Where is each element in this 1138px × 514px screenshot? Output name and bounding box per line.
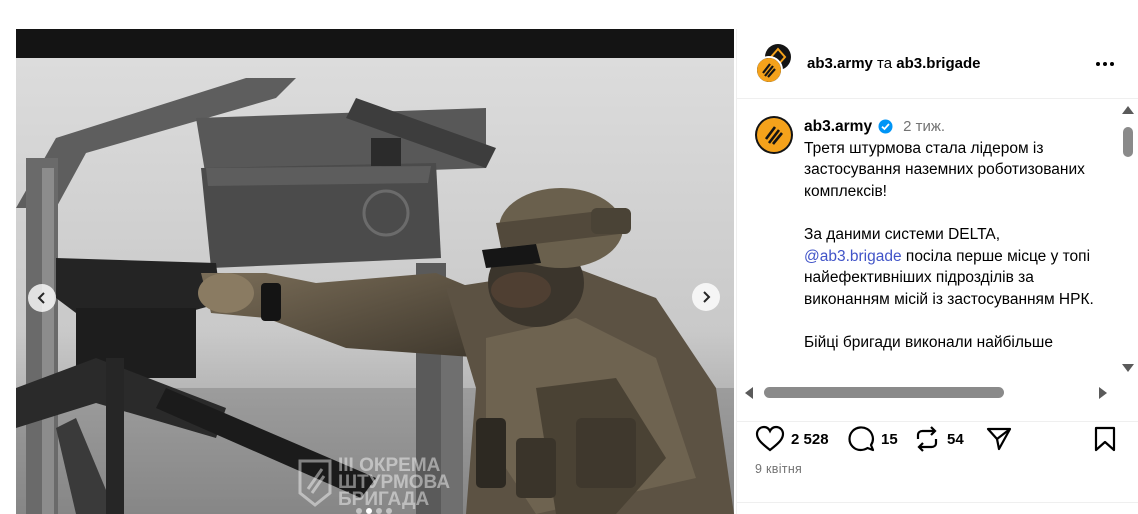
send-icon bbox=[986, 427, 1012, 451]
repost-icon bbox=[916, 426, 938, 452]
collab-connector: та bbox=[877, 54, 893, 72]
media-pagination-dots bbox=[356, 508, 392, 514]
post-side-panel: ab3.army та ab3.brigade ab3.army 2 тиж. … bbox=[736, 29, 1138, 514]
scroll-right-arrow-icon[interactable] bbox=[1099, 387, 1107, 399]
post-photo bbox=[16, 58, 734, 514]
army-logo-icon bbox=[764, 126, 784, 145]
media-top-band bbox=[16, 29, 734, 58]
watermark-text: III ОКРЕМА ШТУРМОВА БРИГАДА bbox=[338, 456, 450, 510]
post-caption: ab3.army 2 тиж. Третя штурмова стала лід… bbox=[804, 116, 1114, 375]
caption-author-avatar[interactable] bbox=[755, 116, 793, 154]
like-count[interactable]: 2 528 bbox=[791, 431, 829, 448]
next-media-button[interactable] bbox=[692, 283, 720, 311]
comments-scroll-area[interactable]: ab3.army 2 тиж. Третя штурмова стала лід… bbox=[737, 100, 1138, 410]
repost-count[interactable]: 54 bbox=[947, 431, 964, 448]
pagination-dot bbox=[356, 508, 362, 514]
chevron-right-icon bbox=[703, 291, 711, 303]
pagination-dot-active bbox=[366, 508, 372, 514]
watermark-line-3: БРИГАДА bbox=[338, 489, 430, 510]
collab-avatars[interactable] bbox=[755, 43, 795, 84]
pagination-dot bbox=[386, 508, 392, 514]
like-button[interactable]: 2 528 bbox=[755, 425, 829, 453]
brigade-watermark: III ОКРЕМА ШТУРМОВА БРИГАДА bbox=[298, 456, 468, 514]
chevron-left-icon bbox=[37, 292, 45, 304]
repost-button[interactable]: 54 bbox=[913, 425, 964, 453]
caption-time-ago[interactable]: 2 тиж. bbox=[903, 116, 945, 138]
caption-paragraph-2: За даними системи DELTA, @ab3.brigade пос… bbox=[804, 224, 1114, 310]
caption-paragraph-2-start: За даними системи DELTA, bbox=[804, 225, 1001, 243]
horizontal-scrollbar[interactable] bbox=[737, 382, 1117, 404]
comment-count[interactable]: 15 bbox=[881, 431, 898, 448]
share-button[interactable] bbox=[985, 425, 1013, 453]
pagination-dot bbox=[376, 508, 382, 514]
horizontal-scroll-thumb[interactable] bbox=[764, 387, 1004, 398]
previous-media-button[interactable] bbox=[28, 284, 56, 312]
scroll-up-arrow-icon[interactable] bbox=[1122, 106, 1134, 114]
add-comment-area[interactable] bbox=[737, 502, 1138, 514]
post-media[interactable]: III ОКРЕМА ШТУРМОВА БРИГАДА bbox=[16, 29, 734, 514]
mention-link[interactable]: @ab3.brigade bbox=[804, 248, 902, 265]
post-date[interactable]: 9 квітня bbox=[755, 462, 802, 476]
avatar-author[interactable] bbox=[755, 55, 783, 84]
comment-button[interactable]: 15 bbox=[847, 425, 898, 453]
bookmark-icon bbox=[1094, 426, 1116, 452]
vertical-scrollbar[interactable] bbox=[1117, 100, 1138, 382]
army-logo-icon bbox=[762, 62, 776, 78]
vertical-scroll-thumb[interactable] bbox=[1123, 127, 1133, 157]
collaborator-username-link[interactable]: ab3.brigade bbox=[896, 55, 980, 72]
more-horizontal-icon bbox=[1096, 62, 1114, 66]
post-actions-bar: 2 528 15 54 bbox=[737, 421, 1138, 453]
caption-header: ab3.army 2 тиж. bbox=[804, 116, 1114, 138]
caption-paragraph-3: Бійці бригади виконали найбільше bbox=[804, 333, 1053, 351]
brigade-shield-icon bbox=[298, 459, 332, 507]
post-author-line: ab3.army та ab3.brigade bbox=[807, 55, 980, 73]
post-header: ab3.army та ab3.brigade bbox=[737, 29, 1138, 99]
heart-icon bbox=[755, 425, 785, 452]
author-username-link[interactable]: ab3.army bbox=[807, 55, 873, 72]
caption-username-link[interactable]: ab3.army bbox=[804, 116, 872, 138]
scroll-down-arrow-icon[interactable] bbox=[1122, 364, 1134, 372]
scroll-left-arrow-icon[interactable] bbox=[745, 387, 753, 399]
save-button[interactable] bbox=[1093, 425, 1117, 453]
verified-badge-icon bbox=[878, 119, 893, 134]
comment-icon bbox=[848, 426, 875, 452]
more-options-button[interactable] bbox=[1093, 54, 1117, 74]
caption-paragraph-1: Третя штурмова стала лідером із застосув… bbox=[804, 139, 1085, 200]
